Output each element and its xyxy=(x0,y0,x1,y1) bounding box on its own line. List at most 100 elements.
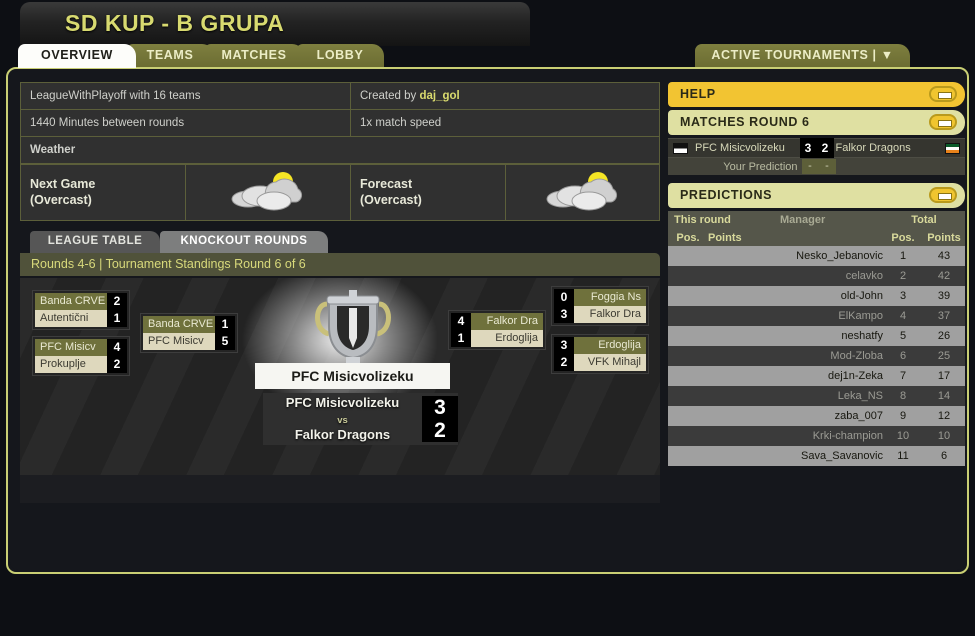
final-teams: PFC Misicvolizeku vs Falkor Dragons xyxy=(263,395,422,444)
table-row: Banda CRVE 2 xyxy=(35,293,127,310)
tab-teams[interactable]: TEAMS xyxy=(126,44,214,68)
prediction-total-points: 25 xyxy=(923,346,965,366)
collapse-icon[interactable] xyxy=(929,114,957,130)
prediction-manager-name: old-John xyxy=(774,286,883,306)
table-row[interactable]: celavko 2 42 xyxy=(668,266,965,286)
prediction-total-pos: 1 xyxy=(883,246,923,266)
team-name: Prokuplje xyxy=(35,356,107,373)
prediction-total-pos: 5 xyxy=(883,326,923,346)
table-row[interactable]: dej1n-Zeka 7 17 xyxy=(668,366,965,386)
matches-panel-title: MATCHES ROUND 6 xyxy=(680,115,810,129)
collapse-icon[interactable] xyxy=(929,187,957,203)
prediction-round-pos xyxy=(668,266,708,286)
prediction-total-points: 14 xyxy=(923,386,965,406)
prediction-total-points: 42 xyxy=(923,266,965,286)
prediction-round-points xyxy=(708,286,774,306)
final-away-team: Falkor Dragons xyxy=(294,427,391,443)
prediction-round-points xyxy=(708,246,774,266)
prediction-total-pos: 11 xyxy=(883,446,923,466)
predictions-table-body: Nesko_Jebanovic 1 43 celavko 2 42 old-John 3 39 E… xyxy=(668,246,965,466)
prediction-manager-name: Mod-Zloba xyxy=(774,346,883,366)
header-this-round: This round xyxy=(668,211,774,229)
match-box-qf-right-1[interactable]: Foggia Ns 0 Falkor Dra 3 xyxy=(551,286,649,326)
tab-lobby[interactable]: LOBBY xyxy=(296,44,384,68)
table-row: Erdoglija 3 xyxy=(554,337,646,354)
team-score: 1 xyxy=(215,316,235,333)
prediction-round-pos xyxy=(668,386,708,406)
matches-panel-header[interactable]: MATCHES ROUND 6 xyxy=(668,110,965,135)
prediction-total-pos: 8 xyxy=(883,386,923,406)
col-round-pos: Pos. xyxy=(668,229,708,246)
table-row[interactable]: Krki-champion 10 10 xyxy=(668,426,965,446)
table-row: Erdoglija 1 xyxy=(451,330,543,347)
help-panel-header[interactable]: HELP xyxy=(668,82,965,107)
prediction-manager-name: celavko xyxy=(774,266,883,286)
prediction-row[interactable]: Your Prediction - - xyxy=(668,158,965,175)
left-column: LeagueWithPlayoff with 16 teams Created … xyxy=(20,82,660,503)
prediction-round-pos xyxy=(668,366,708,386)
predictions-panel-header[interactable]: PREDICTIONS xyxy=(668,183,965,208)
team-name: Autentični xyxy=(35,310,107,327)
predictions-panel-title: PREDICTIONS xyxy=(680,188,773,202)
prediction-manager-name: Nesko_Jebanovic xyxy=(774,246,883,266)
prediction-round-pos xyxy=(668,446,708,466)
collapse-icon[interactable] xyxy=(929,86,957,102)
help-panel-title: HELP xyxy=(680,87,716,101)
prediction-round-pos xyxy=(668,286,708,306)
match-box-sf-right[interactable]: Falkor Dra 4 Erdoglija 1 xyxy=(448,310,546,350)
trophy-cup-icon xyxy=(315,290,391,372)
table-row[interactable]: Sava_Savanovic 11 6 xyxy=(668,446,965,466)
table-row[interactable]: zaba_007 9 12 xyxy=(668,406,965,426)
prediction-total-points: 10 xyxy=(923,426,965,446)
match-box-sf-left[interactable]: Banda CRVE 1 PFC Misicv 5 xyxy=(140,313,238,353)
forecast-weather-icon-cell xyxy=(505,164,660,221)
prediction-manager-name: ElKampo xyxy=(774,306,883,326)
final-match-box[interactable]: PFC Misicvolizeku vs Falkor Dragons 3 2 xyxy=(263,393,458,445)
prediction-label: Your Prediction xyxy=(723,160,798,173)
right-column: HELP MATCHES ROUND 6 PFC Misicvolizeku 3… xyxy=(668,82,965,466)
final-home-score: 3 xyxy=(434,396,446,419)
match-box-qf-left-1[interactable]: Banda CRVE 2 Autentični 1 xyxy=(32,290,130,330)
table-row[interactable]: Mod-Zloba 6 25 xyxy=(668,346,965,366)
next-game-weather-icon-cell xyxy=(185,164,351,221)
team-score: 2 xyxy=(554,354,574,371)
prediction-total-points: 17 xyxy=(923,366,965,386)
forecast-cell: Forecast (Overcast) xyxy=(350,164,506,221)
prediction-round-points xyxy=(708,426,774,446)
match-row[interactable]: PFC Misicvolizeku 3 2 Falkor Dragons xyxy=(668,138,965,158)
match-home-score: 3 xyxy=(799,138,817,158)
table-row[interactable]: neshatfy 5 26 xyxy=(668,326,965,346)
team-name: Erdoglija xyxy=(574,337,646,354)
team-score: 4 xyxy=(107,339,127,356)
table-row: Autentični 1 xyxy=(35,310,127,327)
prediction-home-input[interactable]: - xyxy=(801,159,819,174)
prediction-round-points xyxy=(708,306,774,326)
table-row[interactable]: ElKampo 4 37 xyxy=(668,306,965,326)
overcast-cloud-sun-icon xyxy=(231,172,303,211)
team-score: 5 xyxy=(215,333,235,350)
table-row: Next Game (Overcast) Forecast (Overcast) xyxy=(20,164,660,221)
app-window: SD KUP - B GRUPA OVERVIEW TEAMS MATCHES … xyxy=(0,0,975,636)
team-name: Foggia Ns xyxy=(574,289,646,306)
team-score: 3 xyxy=(554,306,574,323)
table-row[interactable]: Nesko_Jebanovic 1 43 xyxy=(668,246,965,266)
main-frame: LeagueWithPlayoff with 16 teams Created … xyxy=(6,67,969,574)
prediction-away-input[interactable]: - xyxy=(818,159,836,174)
subtab-knockout-rounds[interactable]: KNOCKOUT ROUNDS xyxy=(160,231,328,253)
match-box-qf-right-2[interactable]: Erdoglija 3 VFK Mihajl 2 xyxy=(551,334,649,374)
tab-matches[interactable]: MATCHES xyxy=(204,44,304,68)
table-row[interactable]: Leka_NS 8 14 xyxy=(668,386,965,406)
match-box-qf-left-2[interactable]: PFC Misicv 4 Prokuplje 2 xyxy=(32,336,130,376)
table-row[interactable]: old-John 3 39 xyxy=(668,286,965,306)
knockout-subtabs: LEAGUE TABLE KNOCKOUT ROUNDS xyxy=(20,231,660,253)
active-tournaments-dropdown[interactable]: ACTIVE TOURNAMENTS | ▼ xyxy=(695,44,910,68)
prediction-total-pos: 6 xyxy=(883,346,923,366)
subtab-league-table[interactable]: LEAGUE TABLE xyxy=(30,231,160,253)
tab-overview[interactable]: OVERVIEW xyxy=(18,44,136,68)
table-row: Weather xyxy=(20,136,660,164)
team-name: Erdoglija xyxy=(471,330,543,347)
prediction-total-pos: 4 xyxy=(883,306,923,326)
creator-name[interactable]: daj_gol xyxy=(419,90,459,102)
prediction-manager-name: Sava_Savanovic xyxy=(774,446,883,466)
final-score: 3 2 xyxy=(422,396,458,442)
